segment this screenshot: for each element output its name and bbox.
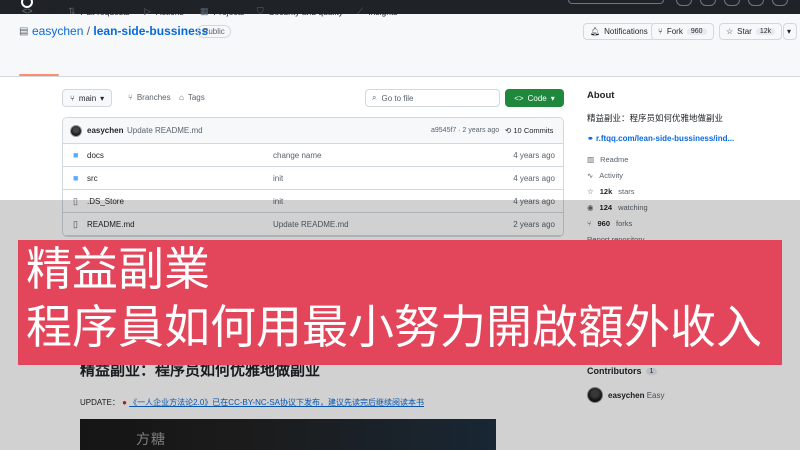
commit-hash-time[interactable]: a9545f7 · 2 years ago	[431, 127, 499, 134]
readme-label: Readme	[600, 155, 629, 164]
tab-actions[interactable]: ▷ Actions	[144, 6, 184, 17]
repo-tabs	[0, 50, 800, 77]
bell-icon: 🔔︎	[590, 27, 601, 36]
stars-label: stars	[618, 187, 635, 196]
branches-link[interactable]: ⑂ Branches	[128, 93, 171, 102]
notifications-button[interactable]: 🔔︎ Notifications	[583, 23, 655, 40]
banner-line-1: 精益副業	[26, 243, 210, 295]
tab-pull-requests-label: Pull requests	[80, 6, 130, 17]
code-dropdown-button[interactable]: <> Code ▾	[505, 89, 564, 107]
tab-projects-label: Projects	[213, 6, 245, 17]
inbox-icon[interactable]	[772, 0, 788, 6]
commits-count: 10 Commits	[513, 126, 554, 135]
code-icon: <>	[514, 93, 524, 103]
play-icon: ▷	[144, 6, 151, 16]
notifications-label: Notifications	[604, 27, 648, 36]
search-icon: ⌕	[372, 93, 377, 102]
table-row[interactable]: ■ src init 4 years ago	[63, 167, 563, 190]
star-dropdown-button[interactable]: ▾	[783, 23, 797, 40]
title-banner: 精益副業 程序員如何用最小努力開啟額外收入	[18, 240, 782, 365]
tab-insights[interactable]: ⟋ Insights	[357, 6, 398, 17]
active-tab-underline	[19, 74, 59, 76]
tab-projects[interactable]: ▦ Projects	[200, 6, 244, 17]
star-button[interactable]: ☆ Star 12k	[719, 23, 783, 40]
fork-button[interactable]: ⑂ Fork 960	[651, 23, 714, 40]
go-to-file-input[interactable]: ⌕ Go to file	[365, 89, 500, 107]
branch-select-button[interactable]: ⑂ main ▾	[62, 89, 113, 107]
go-to-file-placeholder: Go to file	[381, 93, 414, 103]
create-new-icon[interactable]	[700, 0, 716, 6]
tab-actions-label: Actions	[155, 6, 184, 17]
table-icon: ▦	[200, 6, 209, 16]
file-date: 4 years ago	[513, 151, 555, 160]
tag-icon: ⌂	[179, 93, 184, 102]
table-row[interactable]: ■ docs change name 4 years ago	[63, 144, 563, 167]
issues-icon[interactable]	[724, 0, 740, 6]
readme-link[interactable]: ▥ Readme	[587, 155, 628, 164]
homepage-url: r.ftqq.com/lean-side-bussiness/ind...	[595, 134, 735, 143]
tab-code[interactable]: <> Code	[22, 6, 59, 16]
about-description: 精益副业：程序员如何优雅地做副业	[587, 113, 724, 123]
star-icon: ☆	[587, 187, 594, 196]
global-search-input[interactable]	[568, 0, 664, 4]
tags-link[interactable]: ⌂ Tags	[179, 93, 205, 102]
repo-name-link[interactable]: lean-side-bussiness	[93, 24, 208, 38]
star-label: Star	[737, 27, 752, 36]
code-button-label: Code	[527, 93, 547, 103]
file-commit-message[interactable]: change name	[273, 151, 321, 160]
tab-security-label: Security and quality	[268, 6, 343, 17]
homepage-link[interactable]: ⚭ r.ftqq.com/lean-side-bussiness/ind...	[587, 134, 734, 143]
file-commit-message[interactable]: init	[273, 174, 283, 183]
shield-icon: ⛉	[257, 6, 264, 16]
branches-label: Branches	[136, 93, 171, 102]
about-heading: About	[587, 90, 615, 101]
code-icon: <>	[22, 6, 33, 16]
file-name[interactable]: docs	[87, 151, 104, 160]
repo-title: easychen / lean-side-bussiness	[32, 24, 208, 38]
link-icon: ⚭	[587, 134, 594, 143]
branch-name: main	[78, 93, 97, 103]
tab-pull-requests[interactable]: ⇅ Pull requests	[68, 6, 130, 17]
commit-message[interactable]: Update README.md	[127, 126, 203, 135]
stars-link[interactable]: ☆ 12k stars	[587, 187, 635, 196]
fork-icon: ⑂	[658, 27, 663, 36]
visibility-badge: Public	[197, 25, 231, 38]
banner-line-2: 程序員如何用最小努力開啟額外收入	[26, 301, 762, 353]
graph-icon: ⟋	[357, 6, 364, 16]
latest-commit-row: easychen Update README.md a9545f7 · 2 ye…	[63, 118, 563, 144]
copilot-icon[interactable]	[676, 0, 692, 6]
repo-owner-link[interactable]: easychen	[32, 24, 83, 38]
commit-author[interactable]: easychen	[87, 126, 123, 135]
activity-label: Activity	[599, 171, 624, 180]
folder-icon: ■	[73, 173, 79, 183]
history-icon: ⟲	[505, 126, 512, 135]
avatar[interactable]	[70, 125, 82, 137]
star-icon: ☆	[726, 27, 734, 36]
branch-icon: ⑂	[128, 93, 133, 102]
file-name[interactable]: src	[87, 174, 98, 183]
tab-insights-label: Insights	[368, 6, 398, 17]
tags-label: Tags	[187, 93, 205, 102]
stars-count: 12k	[599, 187, 613, 196]
chevron-down-icon: ▾	[100, 93, 105, 103]
pulse-icon: ∿	[587, 171, 594, 180]
tab-security[interactable]: ⛉ Security and quality	[257, 6, 343, 17]
star-count: 12k	[755, 28, 776, 35]
file-date: 4 years ago	[513, 174, 555, 183]
chevron-down-icon: ▾	[787, 27, 792, 36]
book-icon: ▥	[587, 155, 595, 164]
activity-link[interactable]: ∿ Activity	[587, 171, 623, 180]
folder-icon: ■	[73, 150, 79, 160]
fork-count: 960	[686, 28, 707, 35]
tab-code-label: Code	[37, 6, 59, 16]
pull-request-icon: ⇅	[68, 6, 76, 16]
repo-icon: ▤	[19, 26, 29, 37]
commits-link[interactable]: ⟲ 10 Commits	[505, 126, 553, 135]
branch-icon: ⑂	[70, 93, 75, 103]
pull-requests-nav-icon[interactable]	[748, 0, 764, 6]
chevron-down-icon: ▾	[550, 93, 555, 103]
fork-label: Fork	[666, 27, 683, 36]
repo-separator: /	[86, 24, 91, 38]
